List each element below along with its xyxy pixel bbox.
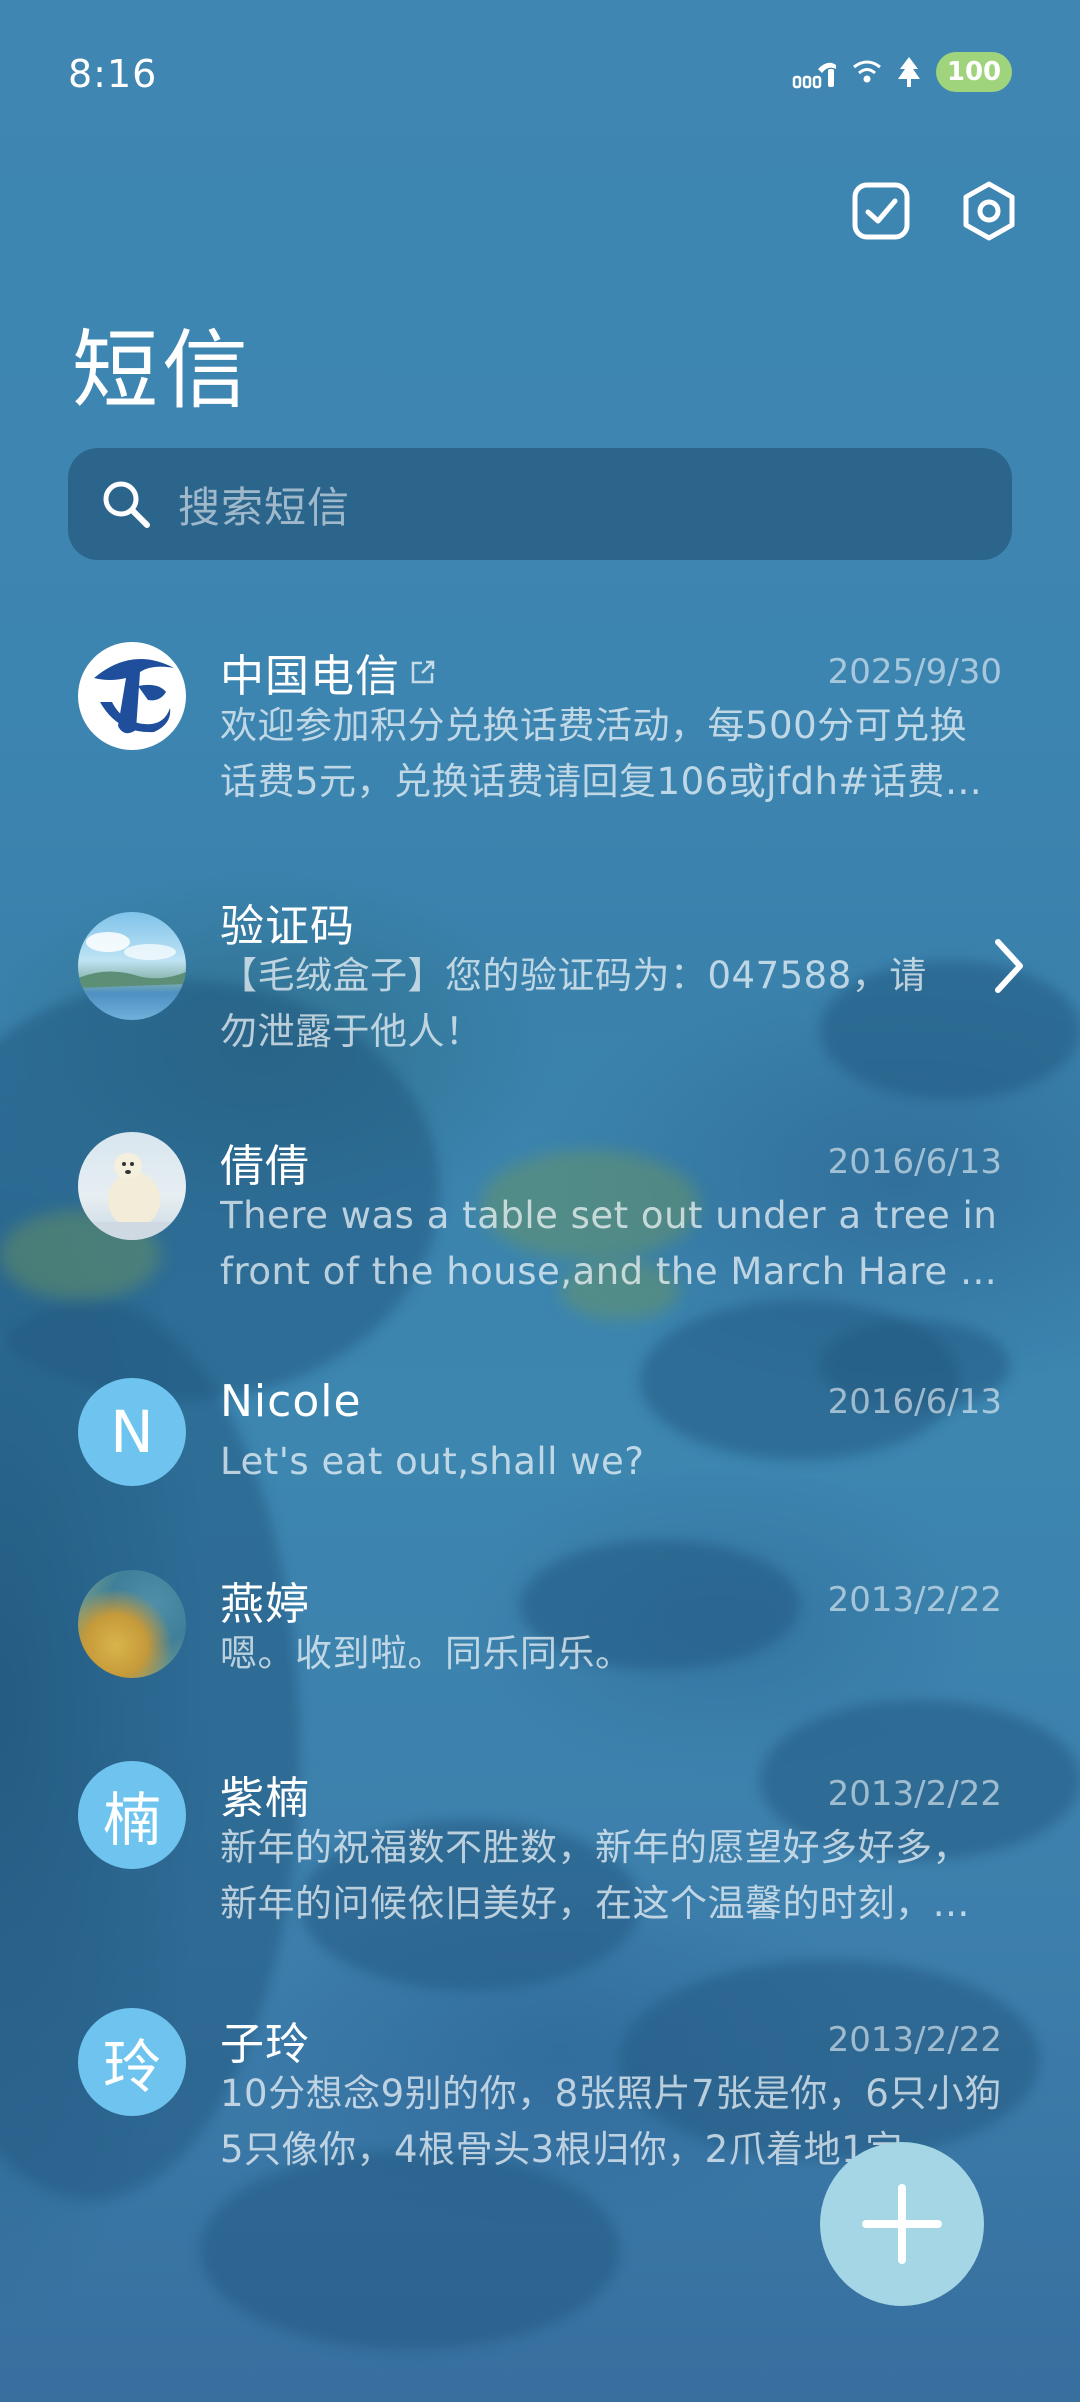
chevron-right-icon[interactable]: [988, 936, 1028, 996]
china-telecom-logo: [78, 642, 186, 750]
external-link-icon: [411, 660, 435, 684]
conversation-item[interactable]: 燕婷 2013/2/22 嗯。收到啦。同乐同乐。: [0, 1562, 1080, 1712]
new-message-button[interactable]: [820, 2142, 984, 2306]
search-placeholder: 搜索短信: [178, 482, 351, 532]
message-preview: 欢迎参加积分兑换话费活动，每500分可兑换话费5元，兑换话费请回复106或jfd…: [220, 704, 983, 803]
avatar: N: [78, 1378, 186, 1486]
top-actions: [850, 180, 1020, 242]
signal-icon: [792, 62, 836, 89]
tree-icon: [898, 57, 920, 87]
search-input[interactable]: 搜索短信: [68, 448, 1012, 560]
message-date: 2016/6/13: [827, 1142, 1002, 1182]
settings-hexagon-icon: [963, 181, 1015, 241]
contact-name: 燕婷: [220, 1579, 310, 1630]
contact-name: 紫楠: [220, 1773, 310, 1824]
avatar: 玲: [78, 2008, 186, 2116]
plus-icon: [862, 2184, 942, 2264]
message-preview: 【毛绒盒子】您的验证码为：047588，请勿泄露于他人！: [220, 954, 927, 1053]
status-time: 8:16: [68, 52, 158, 96]
contact-name: 中国电信: [220, 651, 400, 702]
abstract-photo: [78, 1570, 186, 1678]
conversation-item[interactable]: N Nicole 2016/6/13 Let's eat out,shall w…: [0, 1370, 1080, 1520]
page-title: 短信: [72, 321, 252, 421]
conversation-item[interactable]: 中国电信 2025/9/30 欢迎参加积分兑换话费活动，每500分可兑换话费5元…: [0, 620, 1080, 820]
contact-name: 倩倩: [220, 1141, 310, 1192]
search-icon: [103, 481, 150, 528]
conversation-item[interactable]: 验证码 【毛绒盒子】您的验证码为：047588，请勿泄露于他人！: [0, 870, 1080, 1070]
message-date: 2016/6/13: [827, 1381, 1002, 1422]
status-icons: 100: [792, 52, 1012, 92]
message-preview: Let's eat out,shall we?: [220, 1440, 645, 1483]
conversation-item[interactable]: 楠 紫楠 2013/2/22 新年的祝福数不胜数，新年的愿望好多好多，新年的问候…: [0, 1756, 1080, 1956]
contact-name: 验证码: [220, 901, 355, 952]
polar-bear-photo: [78, 1132, 186, 1240]
message-preview: 嗯。收到啦。同乐同乐。: [220, 1632, 633, 1675]
wifi-icon: [853, 60, 881, 83]
message-date: 2013/2/22: [827, 2020, 1002, 2060]
battery-icon: 100: [936, 52, 1012, 92]
contact-name: 子玲: [220, 2019, 310, 2070]
message-date: 2013/2/22: [827, 1774, 1002, 1814]
checkbox-edit-icon: [852, 182, 910, 240]
message-preview: There was a table set out under a tree i…: [220, 1194, 998, 1293]
conversation-item[interactable]: 倩倩 2016/6/13 There was a table set out u…: [0, 1120, 1080, 1320]
multi-select-button[interactable]: [850, 180, 912, 242]
landscape-photo: [78, 912, 186, 1020]
contact-name: Nicole: [220, 1376, 362, 1427]
status-bar: 8:16 100: [0, 0, 1080, 150]
avatar: 楠: [78, 1761, 186, 1869]
message-date: 2025/9/30: [827, 652, 1002, 692]
message-preview: 新年的祝福数不胜数，新年的愿望好多好多，新年的问候依旧美好，在这个温馨的时刻，…: [220, 1826, 970, 1925]
settings-button[interactable]: [958, 180, 1020, 242]
message-date: 2013/2/22: [827, 1580, 1002, 1620]
